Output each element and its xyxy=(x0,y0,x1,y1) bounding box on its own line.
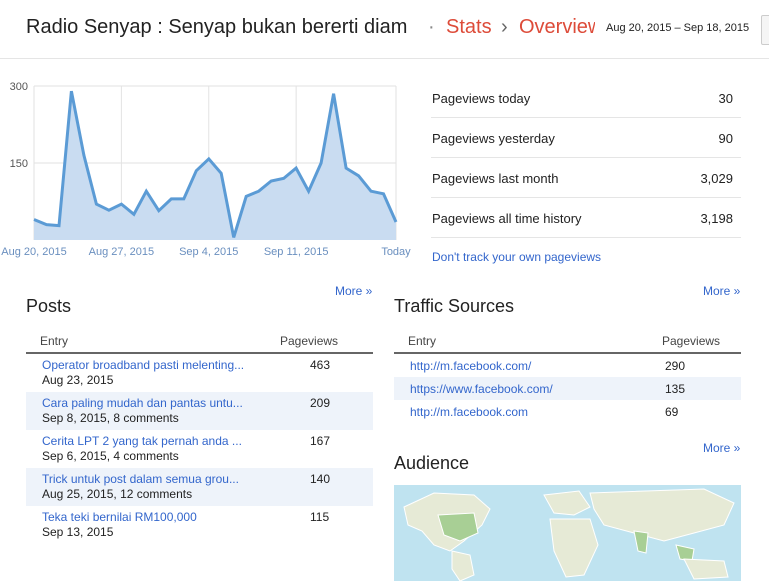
stat-label: Pageviews all time history xyxy=(432,211,582,226)
post-meta: Sep 6, 2015, 4 comments xyxy=(42,449,179,463)
x-tick-label: Sep 4, 2015 xyxy=(179,246,238,258)
post-title-link[interactable]: Operator broadband pasti melenting... xyxy=(42,358,262,372)
y-tick-label: 150 xyxy=(10,158,28,170)
table-row: Trick untuk post dalam semua grou... Aug … xyxy=(26,468,373,506)
post-title-link[interactable]: Teka teki bernilai RM100,000 xyxy=(42,510,262,524)
audience-title: Audience xyxy=(394,453,470,473)
stat-value: 30 xyxy=(718,91,733,106)
x-tick-label: Sep 11, 2015 xyxy=(264,246,329,258)
col-entry-header: Entry xyxy=(394,329,662,354)
post-meta: Aug 23, 2015 xyxy=(42,373,114,387)
traffic-pageviews: 135 xyxy=(665,381,686,396)
date-range-button[interactable] xyxy=(761,15,769,45)
x-tick-label: Aug 20, 2015 xyxy=(1,246,66,258)
stat-row-all-time: Pageviews all time history 3,198 xyxy=(431,198,741,238)
post-pageviews: 140 xyxy=(310,472,331,486)
stat-value: 3,198 xyxy=(700,211,733,226)
x-tick-label: Aug 27, 2015 xyxy=(89,246,154,258)
posts-more-link[interactable]: More » xyxy=(335,284,372,298)
table-row: Teka teki bernilai RM100,000 Sep 13, 2015… xyxy=(26,506,373,544)
col-pageviews-header: Pageviews xyxy=(662,329,741,354)
post-pageviews: 463 xyxy=(310,358,331,372)
table-row: Cerita LPT 2 yang tak pernah anda ... Sep… xyxy=(26,430,373,468)
traffic-more-link[interactable]: More » xyxy=(703,284,740,298)
stat-label: Pageviews last month xyxy=(432,171,559,186)
world-map-svg xyxy=(403,488,735,581)
breadcrumb-separator: · xyxy=(428,16,435,38)
stats-panel: Pageviews today 30 Pageviews yesterday 9… xyxy=(431,78,741,238)
table-row: http://m.facebook.com 69 xyxy=(394,400,741,423)
x-tick-label: Today xyxy=(381,246,411,258)
stat-value: 90 xyxy=(718,131,733,146)
date-range[interactable]: Aug 20, 2015 – Sep 18, 2015 xyxy=(606,22,749,34)
chart-svg: 300 150 Aug 20, 2015 Aug 27, 2015 Sep 4, 2… xyxy=(1,81,411,258)
stat-label: Pageviews today xyxy=(432,91,531,106)
table-row: Operator broadband pasti melenting... Aug… xyxy=(26,353,373,392)
dont-track-link[interactable]: Don't track your own pageviews xyxy=(432,250,601,264)
blog-title[interactable]: Radio Senyap : Senyap bukan bererti diam xyxy=(26,16,407,39)
audience-world-map[interactable] xyxy=(394,485,741,581)
posts-title: Posts xyxy=(26,296,72,316)
post-title-link[interactable]: Cara paling mudah dan pantas untu... xyxy=(42,396,262,410)
table-header-row: Entry Pageviews xyxy=(394,329,741,354)
post-pageviews: 167 xyxy=(310,434,331,448)
post-meta: Aug 25, 2015, 12 comments xyxy=(42,487,193,501)
breadcrumb-stats[interactable]: Stats xyxy=(446,16,492,39)
stat-row-last-month: Pageviews last month 3,029 xyxy=(431,158,741,198)
pageviews-chart: 300 150 Aug 20, 2015 Aug 27, 2015 Sep 4, 2… xyxy=(0,70,420,260)
post-meta: Sep 8, 2015, 8 comments xyxy=(42,411,179,425)
table-row: http://m.facebook.com/ 290 xyxy=(394,353,741,377)
audience-more-link[interactable]: More » xyxy=(703,441,740,455)
traffic-source-link[interactable]: http://m.facebook.com xyxy=(410,405,528,419)
breadcrumb-overview[interactable]: Overview xyxy=(519,16,595,39)
post-pageviews: 115 xyxy=(310,510,330,524)
stat-row-today: Pageviews today 30 xyxy=(431,78,741,118)
traffic-pageviews: 290 xyxy=(665,358,686,373)
chevron-right-icon: › xyxy=(501,16,508,38)
posts-table: Entry Pageviews Operator broadband pasti… xyxy=(26,329,373,544)
post-title-link[interactable]: Trick untuk post dalam semua grou... xyxy=(42,472,262,486)
table-row: Cara paling mudah dan pantas untu... Sep … xyxy=(26,392,373,430)
y-tick-label: 300 xyxy=(10,81,28,93)
table-row: https://www.facebook.com/ 135 xyxy=(394,377,741,400)
traffic-sources-title: Traffic Sources xyxy=(394,296,515,316)
stat-row-yesterday: Pageviews yesterday 90 xyxy=(431,118,741,158)
traffic-pageviews: 69 xyxy=(665,404,679,419)
post-meta: Sep 13, 2015 xyxy=(42,525,114,539)
top-bar: Radio Senyap : Senyap bukan bererti diam… xyxy=(0,0,769,59)
post-pageviews: 209 xyxy=(310,396,331,410)
stat-label: Pageviews yesterday xyxy=(432,131,555,146)
post-title-link[interactable]: Cerita LPT 2 yang tak pernah anda ... xyxy=(42,434,262,448)
col-pageviews-header: Pageviews xyxy=(280,329,373,354)
table-header-row: Entry Pageviews xyxy=(26,329,373,354)
col-entry-header: Entry xyxy=(26,329,280,354)
traffic-table: Entry Pageviews http://m.facebook.com/ 2… xyxy=(394,329,741,423)
stat-value: 3,029 xyxy=(700,171,733,186)
traffic-source-link[interactable]: https://www.facebook.com/ xyxy=(410,382,553,396)
traffic-source-link[interactable]: http://m.facebook.com/ xyxy=(410,359,531,373)
